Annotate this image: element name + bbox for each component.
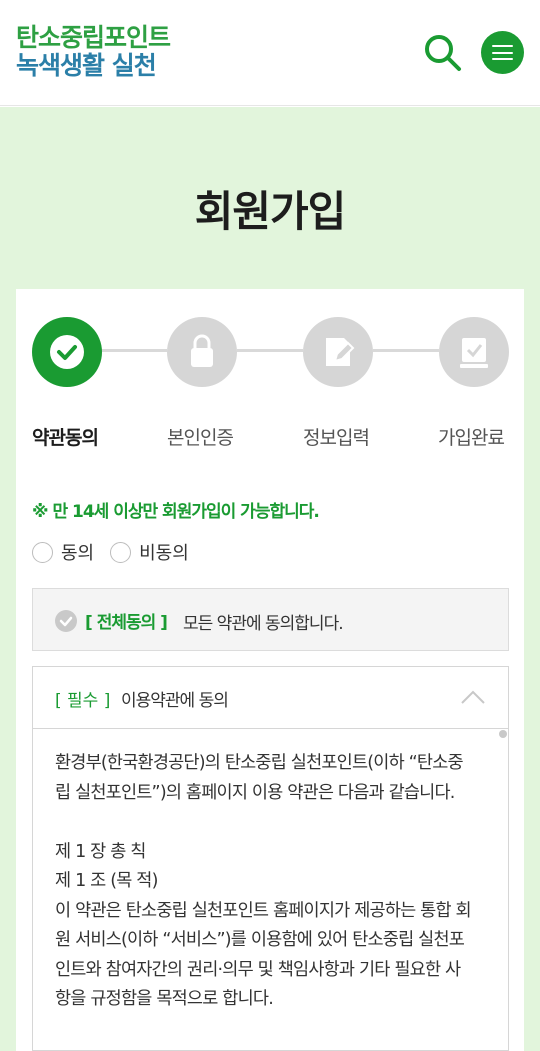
search-icon	[425, 35, 461, 71]
logo-line-1: 탄소중립포인트	[16, 23, 171, 52]
step-terms-circle	[32, 317, 102, 387]
site-logo[interactable]: 탄소중립포인트 녹색생활 실천	[16, 23, 171, 80]
step-label-info: 정보입력	[303, 427, 370, 449]
step-connector	[373, 349, 439, 352]
page-title: 회원가입	[194, 187, 347, 236]
radio-agree-label[interactable]: 동의	[61, 539, 94, 565]
step-label-terms: 약관동의	[32, 427, 99, 449]
logo-line-2: 녹색생활 실천	[16, 51, 157, 80]
radio-disagree[interactable]	[110, 541, 132, 563]
check-icon	[59, 616, 73, 627]
step-complete-circle	[439, 317, 509, 387]
chevron-up-icon[interactable]	[461, 689, 485, 705]
top-header: 탄소중립포인트 녹색생활 실천	[0, 0, 540, 106]
menu-button[interactable]	[481, 31, 524, 74]
scrollbar-thumb[interactable]	[499, 730, 507, 738]
terms-header[interactable]: [ 필수 ] 이용약관에 동의	[33, 667, 508, 729]
agree-all-text: 모든 약관에 동의합니다.	[183, 614, 344, 634]
terms-panel: [ 필수 ] 이용약관에 동의 환경부(한국환경공단)의 탄소중립 실천포인트(…	[32, 666, 509, 1051]
age-notice: ※ 만 14세 이상만 회원가입이 가능합니다.	[32, 502, 320, 522]
radio-disagree-label[interactable]: 비동의	[139, 539, 189, 565]
check-icon	[50, 335, 84, 369]
step-connector	[237, 349, 303, 352]
agree-all-box[interactable]: [ 전체동의 ] 모든 약관에 동의합니다.	[32, 588, 509, 651]
step-auth-circle	[167, 317, 237, 387]
step-label-auth: 본인인증	[167, 427, 234, 449]
terms-title: 이용약관에 동의	[121, 691, 229, 711]
step-connector	[101, 349, 167, 352]
radio-agree[interactable]	[32, 541, 53, 563]
step-label-complete: 가입완료	[438, 427, 505, 449]
terms-body-text: 환경부(한국환경공단)의 탄소중립 실천포인트(이하 “탄소중립 실천포인트”)…	[55, 753, 472, 1009]
terms-required-tag: [ 필수 ]	[55, 691, 111, 711]
lock-icon	[191, 334, 213, 367]
complete-icon	[460, 338, 488, 368]
age-radio-group: 동의 비동의	[32, 540, 205, 564]
step-info-circle	[303, 317, 373, 387]
agree-all-tag: [ 전체동의 ]	[85, 613, 168, 633]
hamburger-icon	[492, 45, 513, 47]
edit-icon	[326, 338, 355, 366]
agree-all-checkbox[interactable]	[55, 610, 77, 632]
search-button[interactable]	[420, 30, 464, 74]
